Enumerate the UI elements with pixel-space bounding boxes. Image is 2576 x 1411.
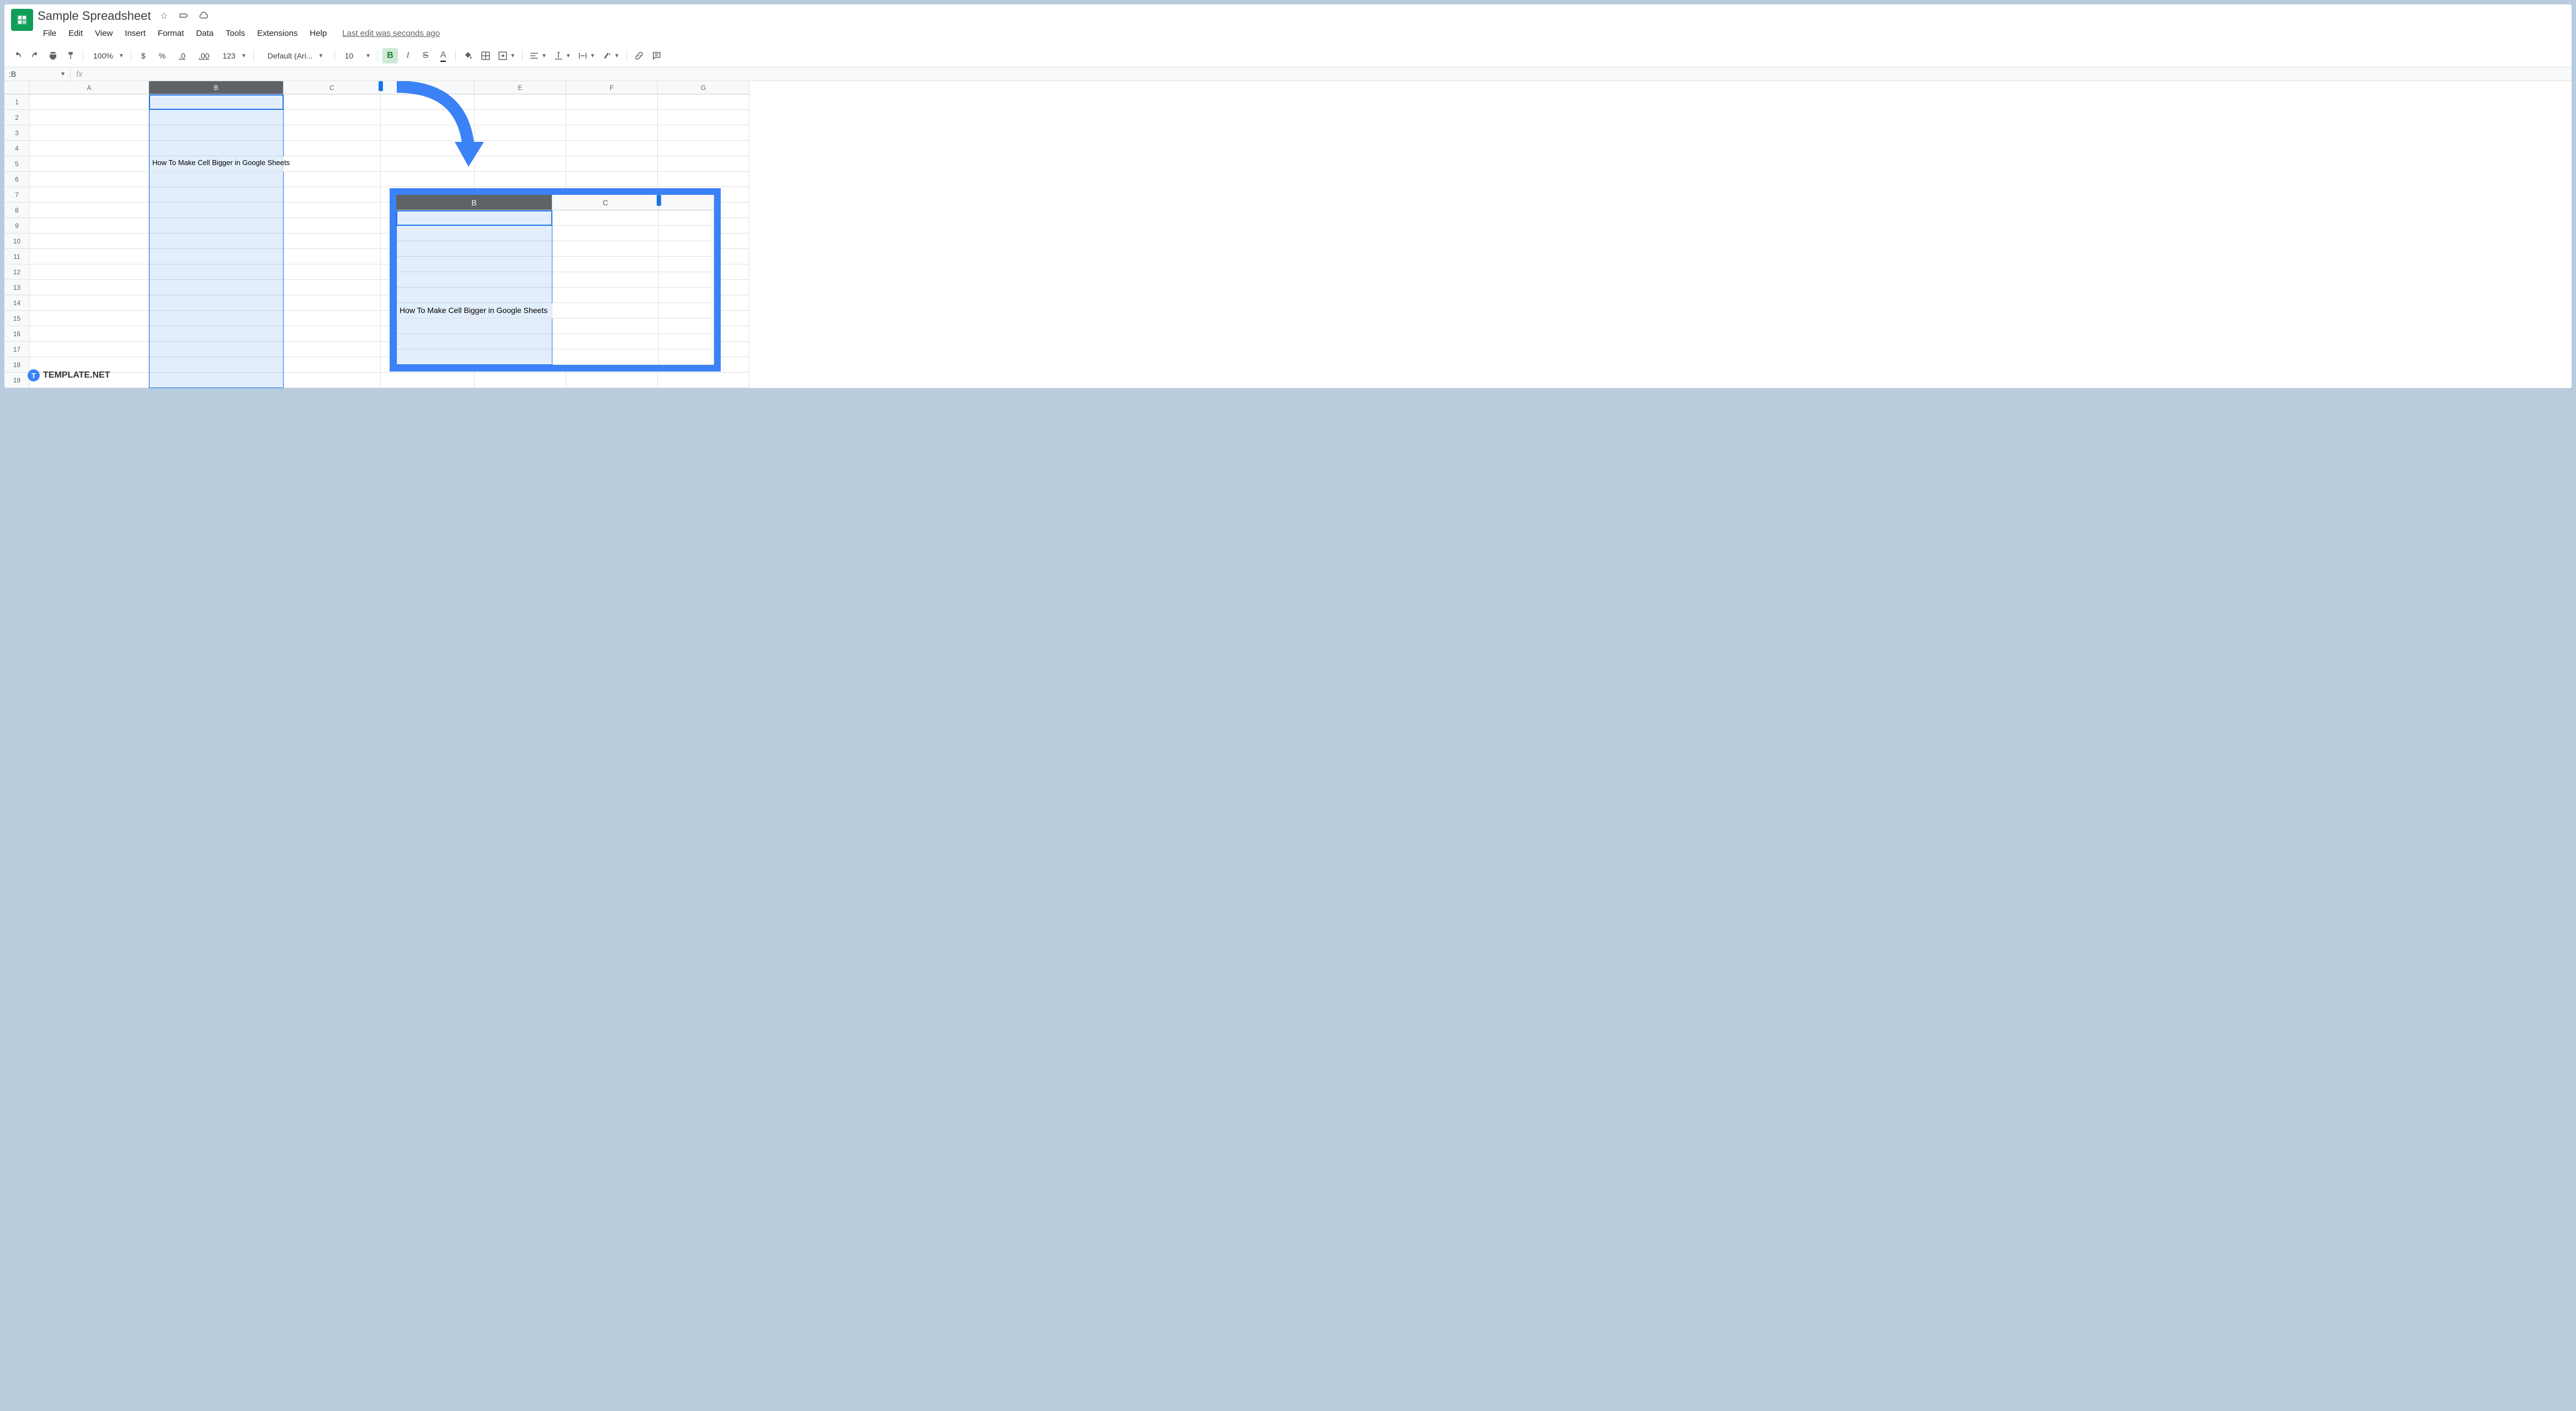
row-header[interactable]: 13 xyxy=(4,280,30,295)
font-size-dropdown[interactable]: 10▼ xyxy=(339,48,373,63)
grid-area: A B C D E F G 1 2 3 4 5 6 7 8 9 10 11 12… xyxy=(4,81,2572,388)
row-header[interactable]: 10 xyxy=(4,234,30,249)
col-header-a[interactable]: A xyxy=(30,81,149,94)
row-header[interactable]: 11 xyxy=(4,249,30,264)
row-header[interactable]: 17 xyxy=(4,342,30,357)
separator xyxy=(253,50,254,61)
inset-col-c: C xyxy=(552,195,659,210)
paint-format-icon[interactable] xyxy=(63,48,78,63)
watermark-icon: T xyxy=(28,369,40,381)
header: Sample Spreadsheet ☆ File Edit View Inse… xyxy=(4,4,2572,40)
menu-bar: File Edit View Insert Format Data Tools … xyxy=(38,26,2565,40)
row-headers: 1 2 3 4 5 6 7 8 9 10 11 12 13 14 15 16 1… xyxy=(4,94,30,388)
col-header-b[interactable]: B xyxy=(149,81,284,94)
move-icon[interactable] xyxy=(177,9,190,23)
bold-button[interactable]: B xyxy=(382,48,398,63)
menu-help[interactable]: Help xyxy=(304,26,332,40)
toolbar: 100%▼ $ % .0 .00 123▼ Default (Ari...▼ 1… xyxy=(4,45,2572,67)
menu-insert[interactable]: Insert xyxy=(119,26,151,40)
cells[interactable]: How To Make Cell Bigger in Google Sheets xyxy=(30,94,2572,388)
redo-icon[interactable] xyxy=(28,48,43,63)
print-icon[interactable] xyxy=(45,48,61,63)
merge-dropdown[interactable]: ▼ xyxy=(496,48,518,63)
comment-icon[interactable] xyxy=(649,48,664,63)
cloud-icon[interactable] xyxy=(197,9,210,23)
select-all-cell[interactable] xyxy=(4,81,30,94)
fx-icon: fx xyxy=(71,70,88,79)
separator xyxy=(522,50,523,61)
strikethrough-button[interactable]: S xyxy=(418,48,433,63)
text-color-button[interactable]: A xyxy=(435,48,451,63)
separator xyxy=(455,50,456,61)
menu-edit[interactable]: Edit xyxy=(63,26,88,40)
col-header-g[interactable]: G xyxy=(658,81,749,94)
name-box-row: :B▼ fx xyxy=(4,67,2572,81)
title-area: Sample Spreadsheet ☆ File Edit View Inse… xyxy=(38,9,2565,40)
sheets-logo[interactable] xyxy=(11,9,33,31)
app-window: Sample Spreadsheet ☆ File Edit View Inse… xyxy=(4,4,2572,388)
title-row: Sample Spreadsheet ☆ xyxy=(38,9,2565,23)
cell-b5[interactable]: How To Make Cell Bigger in Google Sheets xyxy=(149,156,284,172)
undo-icon[interactable] xyxy=(10,48,25,63)
star-icon[interactable]: ☆ xyxy=(157,9,171,23)
menu-view[interactable]: View xyxy=(89,26,118,40)
menu-file[interactable]: File xyxy=(38,26,62,40)
number-format-dropdown[interactable]: 123▼ xyxy=(217,48,248,63)
col-header-e[interactable]: E xyxy=(475,81,566,94)
edit-status[interactable]: Last edit was seconds ago xyxy=(342,29,440,38)
menu-tools[interactable]: Tools xyxy=(220,26,251,40)
inset-cell-text: How To Make Cell Bigger in Google Sheets xyxy=(396,303,552,319)
fill-color-icon[interactable] xyxy=(460,48,476,63)
col-header-c[interactable]: C xyxy=(284,81,381,94)
increase-decimal-button[interactable]: .00 xyxy=(193,48,215,63)
decrease-decimal-button[interactable]: .0 xyxy=(173,48,191,63)
separator xyxy=(626,50,627,61)
inset-resize-handle xyxy=(657,195,661,206)
col-header-f[interactable]: F xyxy=(566,81,658,94)
row-header[interactable]: 14 xyxy=(4,295,30,311)
currency-button[interactable]: $ xyxy=(136,48,151,63)
inset-preview: B C How To Make Cell Bigger in Google Sh… xyxy=(390,188,721,372)
menu-extensions[interactable]: Extensions xyxy=(252,26,303,40)
doc-title[interactable]: Sample Spreadsheet xyxy=(38,9,151,23)
font-dropdown[interactable]: Default (Ari...▼ xyxy=(258,48,330,63)
row-header[interactable]: 3 xyxy=(4,125,30,141)
sheets-icon xyxy=(15,13,29,26)
menu-data[interactable]: Data xyxy=(190,26,219,40)
rotate-dropdown[interactable]: ▼ xyxy=(600,48,622,63)
row-header[interactable]: 4 xyxy=(4,141,30,156)
h-align-dropdown[interactable]: ▼ xyxy=(527,48,549,63)
separator xyxy=(377,50,378,61)
inset-col-b: B xyxy=(396,195,552,210)
name-box[interactable]: :B▼ xyxy=(4,67,71,81)
row-header[interactable]: 8 xyxy=(4,203,30,218)
row-header[interactable]: 16 xyxy=(4,326,30,342)
column-headers: A B C D E F G xyxy=(4,81,2572,94)
v-align-dropdown[interactable]: ▼ xyxy=(551,48,573,63)
col-header-d[interactable]: D xyxy=(381,81,475,94)
separator xyxy=(334,50,335,61)
row-header[interactable]: 18 xyxy=(4,357,30,373)
borders-icon[interactable] xyxy=(478,48,493,63)
percent-button[interactable]: % xyxy=(153,48,171,63)
italic-button[interactable]: I xyxy=(400,48,416,63)
row-header[interactable]: 1 xyxy=(4,94,30,110)
row-header[interactable]: 19 xyxy=(4,373,30,388)
row-header[interactable]: 9 xyxy=(4,218,30,234)
watermark-text: TEMPLATE.NET xyxy=(43,370,110,380)
link-icon[interactable] xyxy=(631,48,647,63)
watermark: T TEMPLATE.NET xyxy=(28,369,110,381)
grid-body: 1 2 3 4 5 6 7 8 9 10 11 12 13 14 15 16 1… xyxy=(4,94,2572,388)
menu-format[interactable]: Format xyxy=(152,26,190,40)
row-header[interactable]: 6 xyxy=(4,172,30,187)
row-header[interactable]: 15 xyxy=(4,311,30,326)
row-header[interactable]: 5 xyxy=(4,156,30,172)
row-header[interactable]: 2 xyxy=(4,110,30,125)
zoom-dropdown[interactable]: 100%▼ xyxy=(88,48,126,63)
row-header[interactable]: 7 xyxy=(4,187,30,203)
wrap-dropdown[interactable]: ▼ xyxy=(576,48,598,63)
inset-col-blank xyxy=(659,195,714,210)
